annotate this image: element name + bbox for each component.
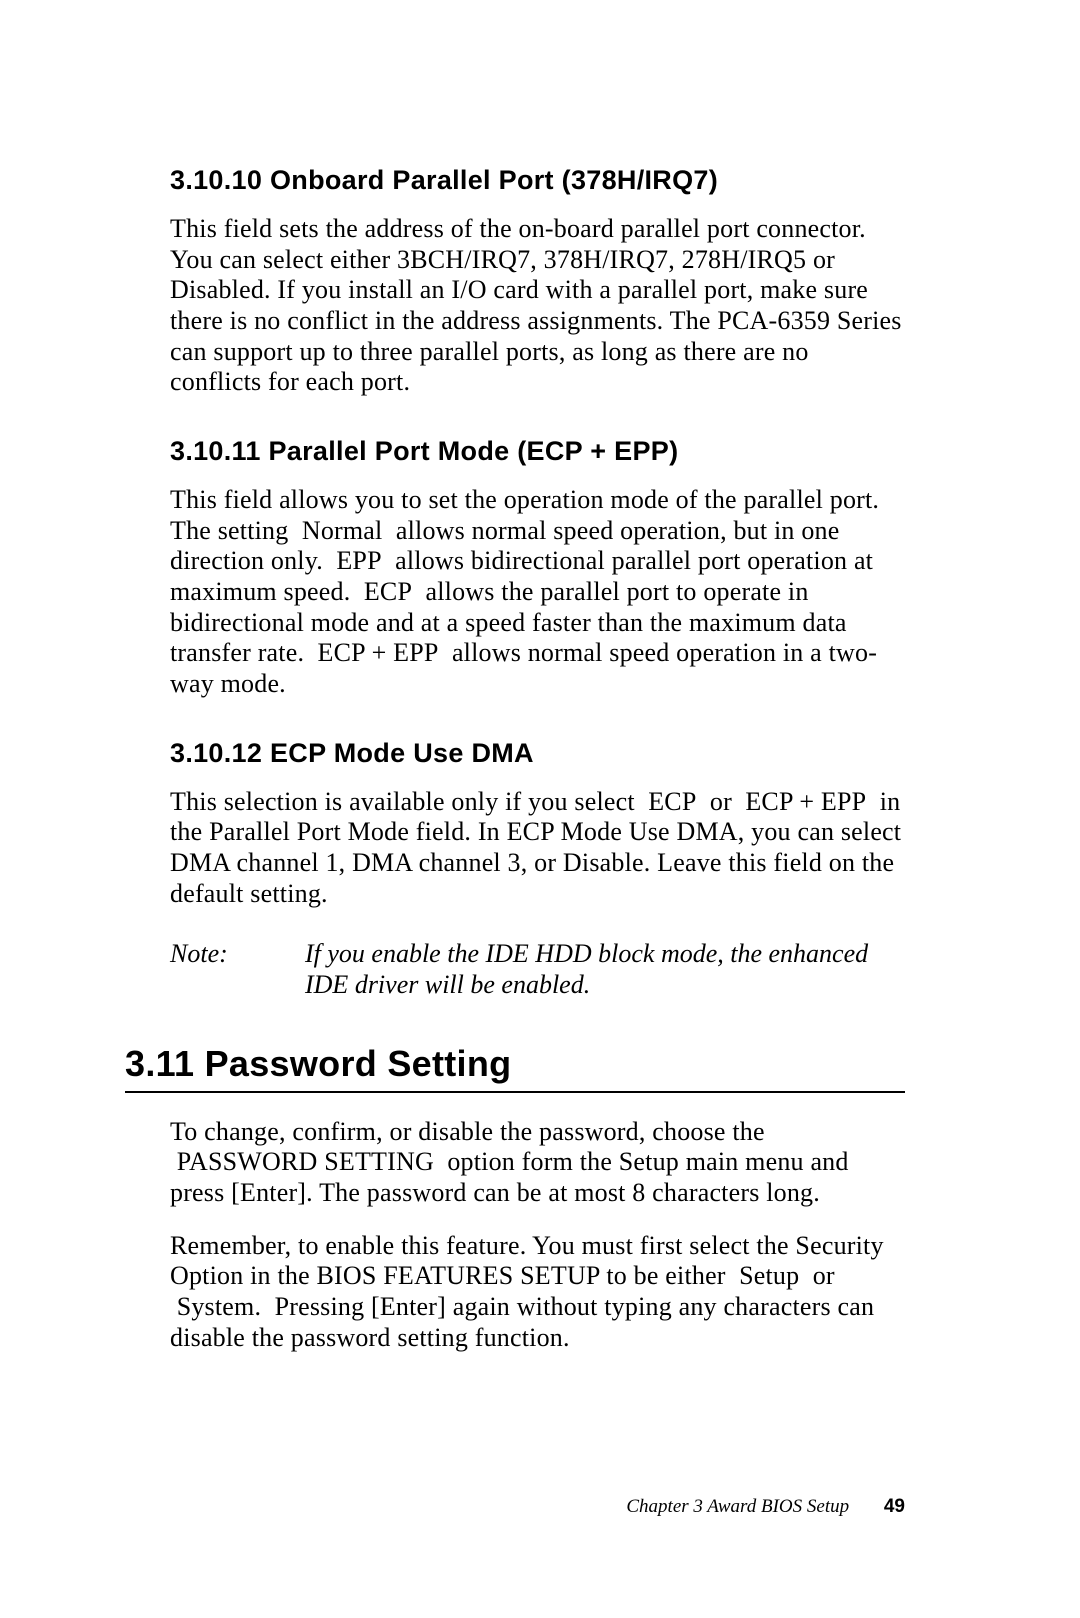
subsection-heading-3-10-12: 3.10.12 ECP Mode Use DMA [170,738,905,769]
note-text: If you enable the IDE HDD block mode, th… [305,939,905,1000]
body-text-3-11-p2: Remember, to enable this feature. You mu… [170,1231,905,1354]
body-text-3-10-12: This selection is available only if you … [170,787,905,910]
subsection-heading-3-10-10: 3.10.10 Onboard Parallel Port (378H/IRQ7… [170,165,905,196]
section-heading-3-11: 3.11 Password Setting [125,1043,905,1093]
body-text-3-10-11: This field allows you to set the operati… [170,485,905,700]
body-text-3-10-10: This field sets the address of the on-bo… [170,214,905,398]
note-label: Note: [170,939,305,1000]
page-footer: Chapter 3 Award BIOS Setup 49 [626,1496,905,1518]
footer-chapter: Chapter 3 Award BIOS Setup [626,1496,849,1517]
note-block: Note: If you enable the IDE HDD block mo… [170,939,905,1000]
subsection-heading-3-10-11: 3.10.11 Parallel Port Mode (ECP + EPP) [170,436,905,467]
footer-page-number: 49 [884,1496,905,1517]
body-text-3-11-p1: To change, confirm, or disable the passw… [170,1117,905,1209]
